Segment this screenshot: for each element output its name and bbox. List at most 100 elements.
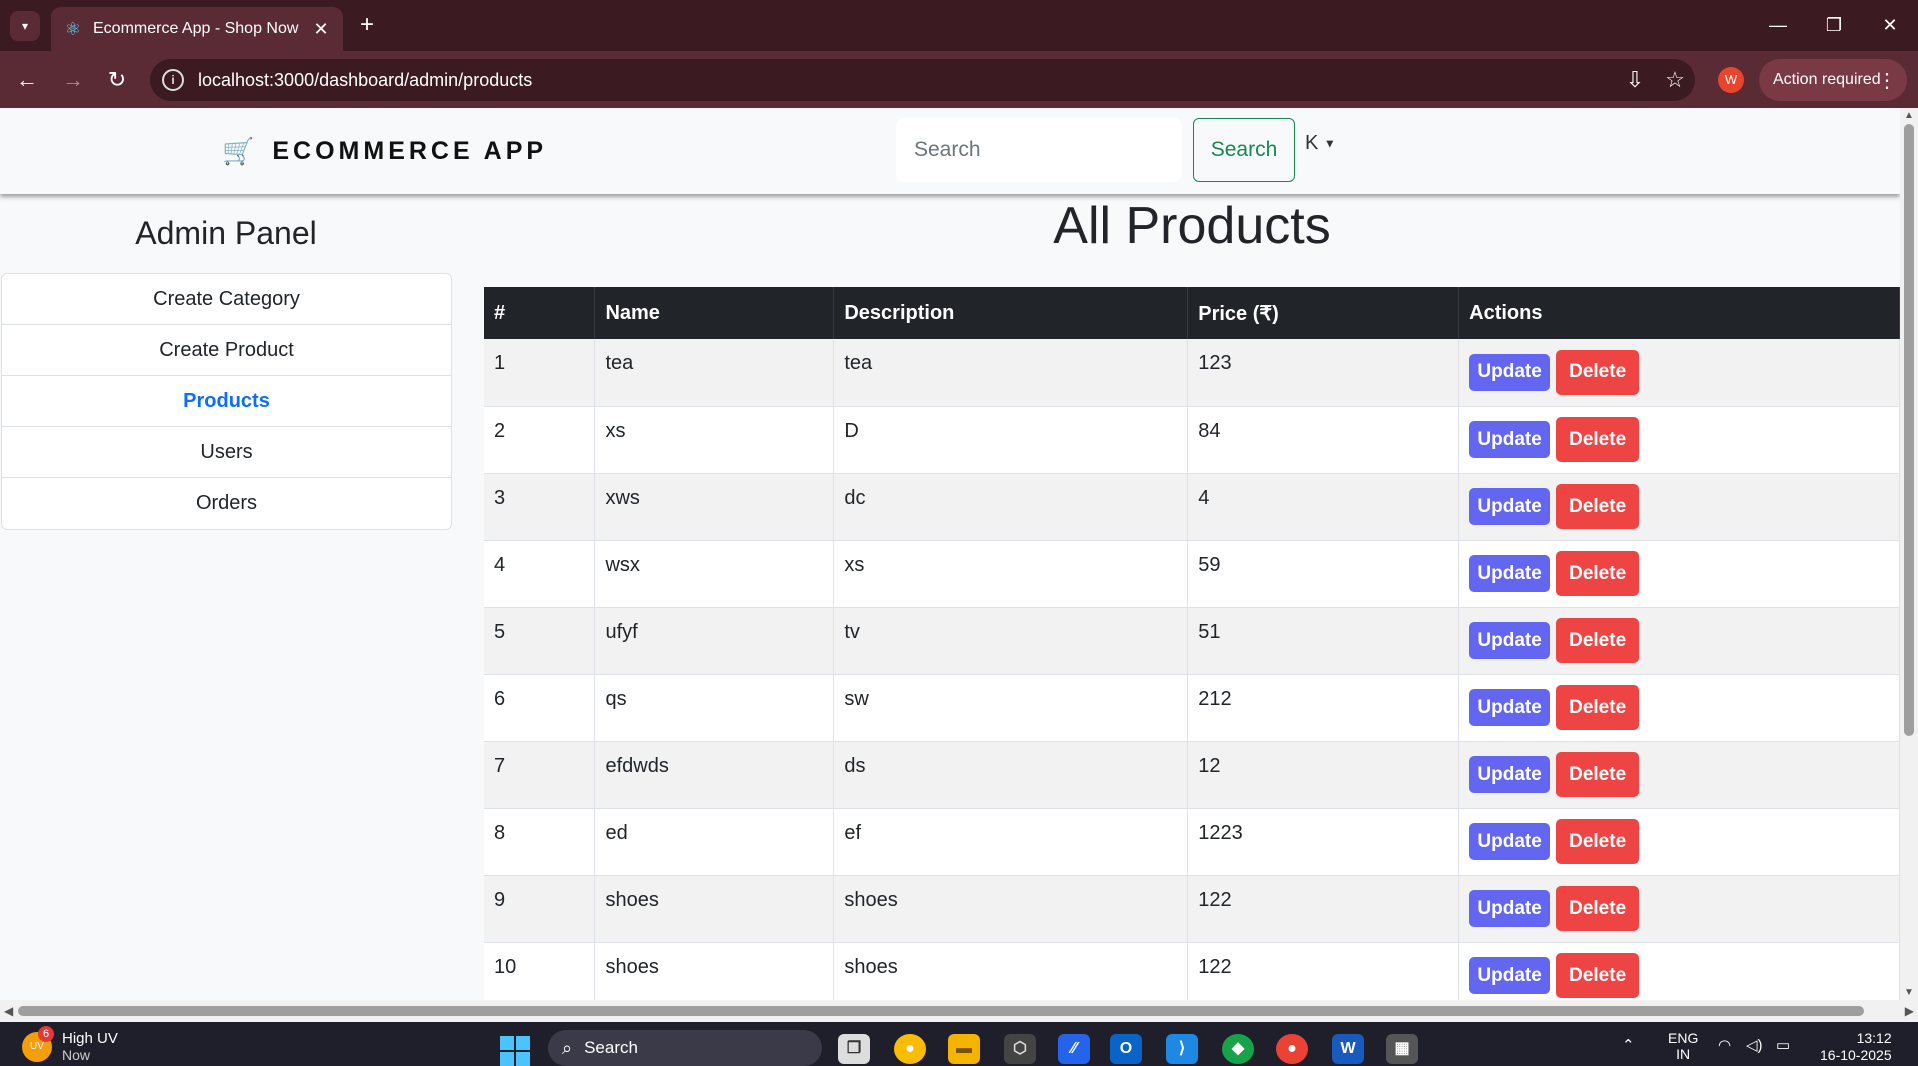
delete-button[interactable]: Delete: [1556, 551, 1640, 596]
cell-actions: Update Delete: [1458, 473, 1900, 541]
region-code: IN: [1676, 1046, 1691, 1062]
delete-button[interactable]: Delete: [1556, 484, 1640, 529]
chrome-icon[interactable]: ●: [1276, 1034, 1308, 1064]
app-cube-icon[interactable]: ⬡: [1004, 1034, 1036, 1064]
cell-index: 4: [484, 540, 596, 608]
volume-icon[interactable]: ◁): [1746, 1036, 1763, 1054]
cell-name: wsx: [594, 540, 835, 608]
scroll-up-arrow-icon[interactable]: ▲: [1902, 110, 1916, 121]
table-row: 10 shoes shoes 122 Update Delete: [484, 942, 1900, 1000]
sidebar-item-create-category[interactable]: Create Category: [2, 274, 451, 325]
delete-button[interactable]: Delete: [1556, 886, 1640, 931]
delete-button[interactable]: Delete: [1556, 417, 1640, 462]
task-view-icon[interactable]: ❐: [838, 1034, 870, 1064]
cell-actions: Update Delete: [1458, 674, 1900, 742]
file-explorer-icon[interactable]: ▬: [948, 1034, 980, 1064]
more-menu-icon[interactable]: ⋮: [1877, 68, 1897, 93]
user-dropdown[interactable]: K ▼: [1305, 132, 1336, 155]
cell-price: 12: [1187, 741, 1460, 809]
back-arrow-icon[interactable]: ←: [10, 63, 44, 97]
tab-close-icon[interactable]: ✕: [311, 19, 331, 40]
address-bar[interactable]: i localhost:3000/dashboard/admin/product…: [150, 59, 1695, 101]
taskbar-search[interactable]: ⌕ Search: [548, 1030, 822, 1066]
windows-start-icon[interactable]: [500, 1036, 530, 1066]
clock[interactable]: 13:12 16-10-2025: [1820, 1030, 1892, 1064]
vertical-scroll-thumb[interactable]: [1904, 124, 1914, 736]
delete-button[interactable]: Delete: [1556, 752, 1640, 797]
sidebar-item-users[interactable]: Users: [2, 427, 451, 478]
delete-button[interactable]: Delete: [1556, 685, 1640, 730]
cell-index: 2: [484, 406, 596, 474]
show-hidden-icons-icon[interactable]: ⌃: [1622, 1036, 1635, 1054]
horizontal-scrollbar[interactable]: ◀ ▶: [0, 1000, 1918, 1022]
azure-studio-icon[interactable]: ∕∕: [1058, 1034, 1090, 1064]
cell-index: 1: [484, 339, 596, 407]
column-header-description: Description: [833, 287, 1189, 339]
vscode-icon[interactable]: ⟩: [1166, 1034, 1198, 1064]
bookmark-star-icon[interactable]: ☆: [1655, 67, 1695, 93]
update-button[interactable]: Update: [1469, 823, 1551, 860]
delete-button[interactable]: Delete: [1556, 618, 1640, 663]
update-button[interactable]: Update: [1469, 622, 1551, 659]
page-title: All Products: [1053, 197, 1331, 255]
cell-price: 123: [1187, 339, 1460, 407]
install-app-icon[interactable]: ⇩: [1615, 67, 1655, 93]
search-input[interactable]: [896, 118, 1182, 182]
word-icon[interactable]: W: [1332, 1034, 1364, 1064]
scroll-left-arrow-icon[interactable]: ◀: [4, 1004, 13, 1018]
sidebar-item-orders[interactable]: Orders: [2, 478, 451, 529]
cell-price: 212: [1187, 674, 1460, 742]
battery-icon[interactable]: ▭: [1776, 1036, 1790, 1054]
minimize-icon[interactable]: —: [1758, 8, 1798, 42]
horizontal-scroll-thumb[interactable]: [18, 1006, 1864, 1016]
weather-title: High UV: [62, 1030, 118, 1047]
weather-widget[interactable]: UV 6 High UV Now: [22, 1026, 118, 1064]
cell-description: xs: [833, 540, 1189, 608]
reload-icon[interactable]: ↻: [100, 63, 134, 97]
update-button[interactable]: Update: [1469, 957, 1551, 994]
products-table: # Name Description Price (₹) Actions 1 te…: [484, 287, 1900, 1000]
caret-down-icon: ▼: [1323, 136, 1336, 151]
sidebar-item-products[interactable]: Products: [2, 376, 451, 427]
update-button[interactable]: Update: [1469, 353, 1551, 391]
restore-icon[interactable]: ❐: [1814, 8, 1854, 42]
table-row: 1 tea tea 123 Update Delete: [484, 339, 1900, 407]
brand-link[interactable]: 🛒 ECOMMERCE APP: [222, 136, 547, 167]
chrome-profile-icon[interactable]: ●: [894, 1034, 926, 1064]
update-button[interactable]: Update: [1469, 689, 1551, 726]
admin-panel-title: Admin Panel: [135, 215, 317, 251]
weather-subtitle: Now: [62, 1047, 91, 1063]
cell-name: shoes: [594, 942, 835, 1000]
update-button[interactable]: Update: [1469, 756, 1551, 793]
cell-index: 10: [484, 942, 596, 1000]
action-required-button[interactable]: Action required ⋮: [1759, 59, 1907, 101]
update-button[interactable]: Update: [1469, 555, 1551, 592]
delete-button[interactable]: Delete: [1556, 349, 1640, 395]
update-button[interactable]: Update: [1469, 421, 1551, 458]
table-row: 6 qs sw 212 Update Delete: [484, 674, 1900, 742]
tab-search-menu-icon[interactable]: ▾: [10, 11, 40, 41]
delete-button[interactable]: Delete: [1556, 819, 1640, 864]
language-indicator[interactable]: ENG IN: [1668, 1030, 1698, 1062]
update-button[interactable]: Update: [1469, 488, 1551, 525]
site-info-icon[interactable]: i: [162, 69, 184, 91]
outlook-icon[interactable]: O: [1110, 1034, 1142, 1064]
profile-avatar[interactable]: W: [1718, 67, 1744, 93]
window-close-icon[interactable]: ✕: [1870, 8, 1910, 42]
scroll-down-arrow-icon[interactable]: ▼: [1902, 987, 1916, 998]
table-row: 4 wsx xs 59 Update Delete: [484, 540, 1900, 608]
update-button[interactable]: Update: [1469, 890, 1551, 927]
calendar-icon[interactable]: ▦: [1386, 1034, 1418, 1064]
search-button[interactable]: Search: [1193, 118, 1295, 182]
vertical-scrollbar[interactable]: ▲ ▼: [1900, 108, 1918, 1000]
wifi-icon[interactable]: ◠: [1718, 1036, 1731, 1054]
delete-button[interactable]: Delete: [1556, 953, 1640, 998]
new-tab-button[interactable]: +: [352, 10, 382, 40]
browser-tab[interactable]: ⚛ Ecommerce App - Shop Now ✕: [51, 7, 343, 51]
forward-arrow-icon[interactable]: →: [56, 63, 90, 97]
cell-index: 3: [484, 473, 596, 541]
sidebar-item-create-product[interactable]: Create Product: [2, 325, 451, 376]
scroll-right-arrow-icon[interactable]: ▶: [1905, 1004, 1914, 1018]
cell-index: 5: [484, 607, 596, 675]
mongodb-icon[interactable]: ◆: [1222, 1034, 1254, 1064]
